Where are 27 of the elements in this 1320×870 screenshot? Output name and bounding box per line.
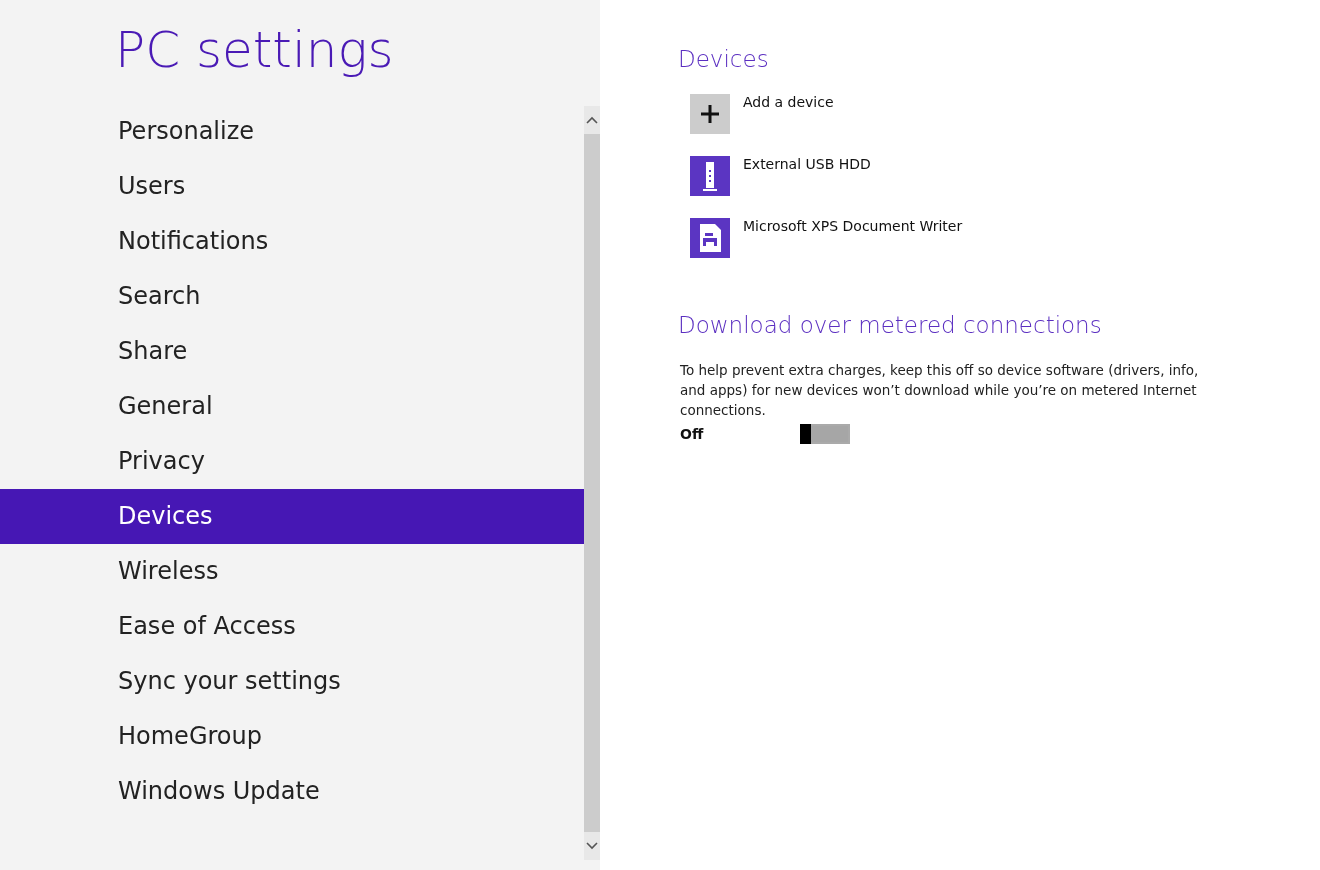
scroll-up-icon[interactable] bbox=[586, 116, 598, 124]
drive-icon[interactable] bbox=[690, 156, 730, 196]
section-heading: Download over metered connections bbox=[678, 312, 1103, 338]
nav-item[interactable]: Windows Update bbox=[0, 764, 584, 819]
nav-item[interactable]: Share bbox=[0, 324, 584, 379]
nav-item[interactable]: General bbox=[0, 379, 584, 434]
printer-icon[interactable] bbox=[690, 218, 730, 258]
nav-item[interactable]: Search bbox=[0, 269, 584, 324]
device-name[interactable]: External USB HDD bbox=[743, 156, 871, 172]
toggle-switch[interactable] bbox=[800, 424, 850, 444]
nav-item[interactable]: Privacy bbox=[0, 434, 584, 489]
device-name[interactable]: Add a device bbox=[743, 94, 834, 110]
page-title: PC settings bbox=[114, 20, 395, 81]
nav-item[interactable]: Personalize bbox=[0, 104, 584, 159]
section-heading: Devices bbox=[678, 46, 770, 72]
nav-item[interactable]: Wireless bbox=[0, 544, 584, 599]
nav-item[interactable]: Ease of Access bbox=[0, 599, 584, 654]
scroll-down-icon[interactable] bbox=[586, 842, 598, 850]
nav-item[interactable]: Sync your settings bbox=[0, 654, 584, 709]
add-icon[interactable] bbox=[690, 94, 730, 134]
nav-item[interactable]: Notifications bbox=[0, 214, 584, 269]
device-name[interactable]: Microsoft XPS Document Writer bbox=[743, 218, 963, 234]
nav-item[interactable]: Users bbox=[0, 159, 584, 214]
toggle-label: Off bbox=[680, 426, 705, 442]
nav-item[interactable]: Devices bbox=[0, 489, 584, 544]
nav-item[interactable]: HomeGroup bbox=[0, 709, 584, 764]
description-text: To help prevent extra charges, keep this off so device software (drivers, info, and apps) for new devices won’t download while you’re on metered Internet connections. bbox=[680, 361, 1200, 420]
